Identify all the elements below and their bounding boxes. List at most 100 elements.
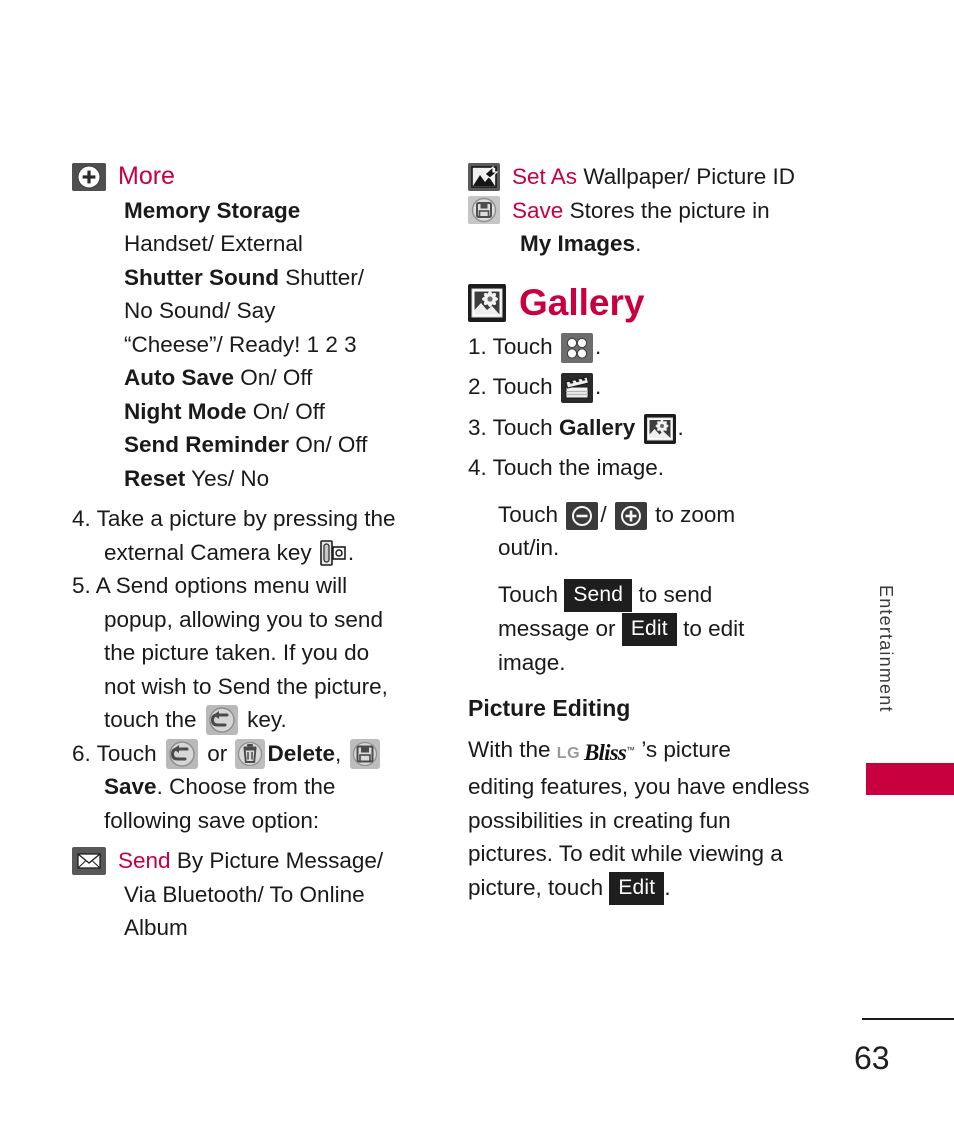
save-row: Save Stores the picture in — [468, 194, 848, 228]
gallery-step-1-number: 1. — [468, 333, 487, 359]
clapperboard-icon — [560, 373, 593, 403]
step-5-text-5-pre: touch the — [104, 707, 197, 732]
gallery-send-touch: Touch — [498, 581, 559, 607]
lg-bliss-logo: LG Bliss™ — [557, 734, 635, 771]
step-5-number: 5. — [72, 573, 91, 598]
left-column: More Memory Storage Handset/ External Sh… — [72, 160, 442, 945]
step-4-period: . — [347, 539, 355, 565]
set-as-row: Set As Wallpaper/ Picture ID — [468, 160, 848, 194]
back-arrow-icon — [205, 705, 238, 735]
step-4-text-1: Take a picture by pressing the — [96, 506, 396, 531]
send-option-heading: Send — [118, 848, 171, 873]
edit-button[interactable]: Edit — [609, 871, 665, 905]
step-5-line-1: 5. A Send options menu will — [72, 569, 442, 603]
picture-editing-pre: With the — [468, 736, 551, 762]
step-4-text-2: external Camera key — [104, 539, 312, 565]
step-6-touch: Touch — [96, 740, 157, 766]
send-option-line-2: Via Bluetooth/ To Online — [124, 881, 365, 907]
more-heading: More — [118, 162, 175, 190]
setting-reset-values: Yes/ No — [191, 465, 270, 491]
gallery-step-3-text: Touch — [492, 414, 553, 440]
step-5-line-4: not wish to Send the picture, — [104, 673, 388, 699]
setting-send-reminder: Send Reminder On/ Off — [72, 428, 442, 462]
send-button[interactable]: Send — [564, 578, 633, 612]
picture-editing-pre-5: picture, touch — [468, 874, 604, 900]
setting-shutter-sound-label: Shutter Sound — [124, 264, 279, 290]
step-5-line-2: popup, allowing you to send — [104, 606, 383, 632]
step-4-line-2: external Camera key . — [72, 536, 442, 570]
send-option-row: Send By Picture Message/ — [72, 844, 442, 878]
edit-button[interactable]: Edit — [621, 612, 677, 646]
setting-auto-save-values: On/ Off — [240, 365, 313, 390]
plus-circle-icon — [72, 162, 106, 191]
gallery-send-line-2: message or Edit to edit — [468, 612, 848, 646]
gallery-step-3-bold: Gallery — [558, 414, 636, 440]
step-5-line-5: touch the key. — [72, 703, 442, 737]
gallery-step-1: 1. Touch . — [468, 330, 848, 364]
section-tab-marker — [866, 763, 954, 795]
setting-auto-save-label: Auto Save — [124, 365, 235, 390]
step-5-text-1: A Send options menu will — [95, 573, 348, 598]
zoom-in-icon[interactable] — [614, 501, 647, 530]
setting-memory-storage-values: Handset/ External — [124, 231, 303, 256]
set-as-heading: Set As — [512, 164, 578, 189]
gallery-title: Gallery — [519, 281, 645, 323]
trash-icon — [235, 738, 266, 769]
floppy-disk-circle-icon — [468, 196, 500, 225]
set-as-values: Wallpaper/ Picture ID — [583, 164, 796, 189]
gallery-step-1-text: Touch — [492, 333, 553, 359]
gallery-step-4: 4. Touch the image. — [468, 451, 848, 485]
step-4-line-1: 4. Take a picture by pressing the — [72, 502, 442, 536]
step-6-save-label: Save — [104, 774, 157, 799]
gallery-step-4-text: Touch the image. — [492, 455, 664, 480]
gallery-step-1-period: . — [594, 333, 602, 359]
setting-reset: Reset Yes/ No — [72, 462, 442, 496]
step-6-line-2: Save. Choose from the — [72, 770, 442, 804]
envelope-icon — [72, 846, 106, 875]
gallery-step-3-period: . — [677, 414, 684, 440]
zoom-out-icon[interactable] — [566, 501, 599, 530]
bliss-brand-text: Bliss — [584, 739, 627, 765]
setting-shutter-sound-values-2: No Sound/ Say — [124, 298, 276, 323]
step-6-or: or — [207, 740, 228, 766]
page-number: 63 — [854, 1040, 890, 1076]
gallery-photo-icon — [643, 413, 676, 444]
gallery-send-line-1: Touch Send to send — [468, 578, 848, 612]
trademark-symbol: ™ — [626, 744, 636, 755]
save-desc-bold: My Images — [520, 231, 636, 256]
camera-key-icon — [318, 538, 347, 567]
gallery-zoom-line-1: Touch / to zoom — [468, 498, 848, 532]
step-6-comma: , — [335, 740, 342, 766]
floppy-disk-icon — [349, 738, 380, 769]
gallery-zoom-slash: / — [600, 501, 607, 527]
gallery-step-2-period: . — [594, 374, 602, 399]
section-side-tab: Entertainment — [850, 585, 954, 785]
gallery-heading-row: Gallery — [468, 281, 848, 323]
step-4-number: 4. — [72, 506, 91, 531]
side-tab-label: Entertainment — [876, 585, 896, 713]
step-5-line-3: the picture taken. If you do — [104, 640, 370, 665]
setting-reset-label: Reset — [124, 465, 186, 491]
gallery-photo-icon — [468, 283, 506, 322]
gallery-zoom-line-2: out/in. — [498, 535, 560, 560]
picture-editing-line-4: pictures. To edit while viewing a — [468, 841, 783, 866]
gallery-step-2: 2. Touch . — [468, 370, 848, 404]
save-heading: Save — [512, 197, 564, 223]
gallery-zoom-touch: Touch — [498, 501, 559, 527]
setting-shutter-sound-values-3: “Cheese”/ Ready! 1 2 3 — [124, 331, 357, 357]
manual-page: More Memory Storage Handset/ External Sh… — [0, 0, 954, 1145]
setting-memory-storage: Memory Storage — [124, 197, 301, 223]
setting-send-reminder-label: Send Reminder — [124, 432, 290, 457]
step-6-line-3: following save option: — [104, 807, 320, 833]
picture-editing-line-3: possibilities in creating fun — [468, 807, 731, 833]
step-6-delete-label: Delete — [267, 740, 336, 766]
picture-editing-line-1: With the LG Bliss™ ’s picture — [468, 733, 848, 771]
save-desc-line-2: My Images. — [468, 227, 848, 261]
send-option-line-1: By Picture Message/ — [176, 848, 384, 873]
picture-editing-post-5: . — [664, 874, 671, 900]
setting-auto-save: Auto Save On/ Off — [72, 361, 442, 395]
right-column: Set As Wallpaper/ Picture ID Save Stores… — [468, 160, 848, 905]
gallery-zoom-suffix: to zoom — [655, 501, 736, 527]
send-option-line-3: Album — [124, 915, 188, 940]
setting-night-mode-label: Night Mode — [124, 398, 247, 424]
